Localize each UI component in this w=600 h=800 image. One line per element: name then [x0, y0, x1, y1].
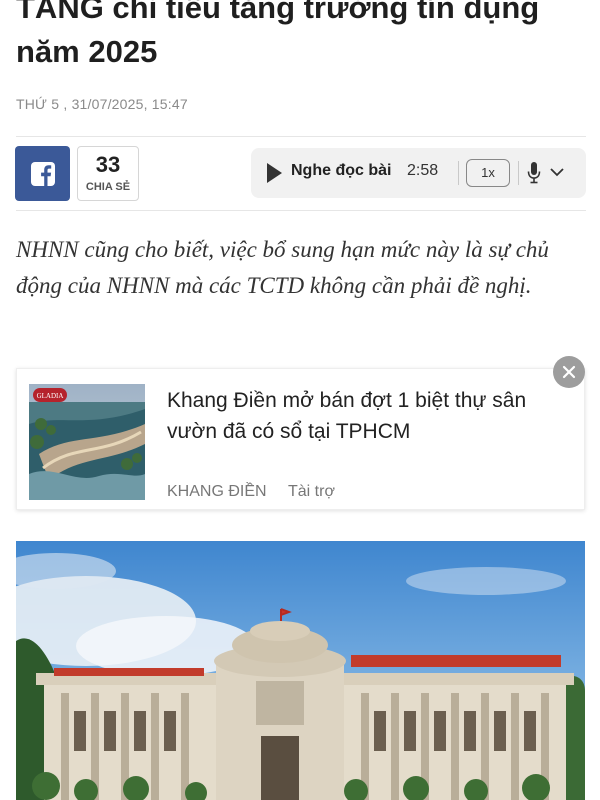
- ad-source: KHANG ĐIỀN: [167, 483, 267, 500]
- chevron-down-icon[interactable]: [549, 166, 565, 178]
- share-count-label: CHIA SẺ: [85, 181, 131, 193]
- play-icon[interactable]: [265, 162, 283, 184]
- ad-close-button[interactable]: [553, 356, 585, 388]
- share-count-box: 33 CHIA SẺ: [77, 146, 139, 201]
- audio-player[interactable]: Nghe đọc bài 2:58 1x: [251, 148, 586, 198]
- audio-duration: 2:58: [407, 162, 439, 179]
- ad-thumbnail-image: GLADIA: [29, 384, 145, 500]
- audio-separator: [458, 161, 459, 185]
- article-hero-image[interactable]: [16, 541, 585, 800]
- divider-top: [16, 136, 586, 137]
- facebook-icon: [30, 161, 55, 186]
- article-date: THỨ 5 , 31/07/2025, 15:47: [16, 96, 188, 112]
- sponsored-ad-card[interactable]: GLADIA Khang Điền mở bán đợt 1 biệt thự …: [16, 368, 585, 510]
- ad-headline[interactable]: Khang Điền mở bán đợt 1 biệt thự sân vườ…: [167, 385, 557, 447]
- svg-text:GLADIA: GLADIA: [37, 392, 64, 400]
- article-lead: NHNN cũng cho biết, việc bổ sung hạn mức…: [16, 237, 549, 298]
- facebook-share-button[interactable]: [15, 146, 70, 201]
- close-icon: [562, 365, 576, 379]
- ad-sponsored-label: Tài trợ: [288, 483, 335, 500]
- article-title: TĂNG chỉ tiêu tăng trưởng tín dụng năm 2…: [16, 0, 540, 69]
- playback-speed-button[interactable]: 1x: [466, 159, 510, 187]
- share-toolbar: 33 CHIA SẺ Nghe đọc bài 2:58 1x: [15, 146, 586, 202]
- hero-photo: [16, 541, 585, 800]
- audio-separator: [518, 161, 519, 185]
- share-count: 33: [95, 152, 121, 177]
- audio-label: Nghe đọc bài: [291, 162, 392, 179]
- ad-thumbnail[interactable]: GLADIA: [29, 384, 145, 500]
- microphone-icon[interactable]: [527, 161, 541, 185]
- divider-share: [16, 210, 586, 211]
